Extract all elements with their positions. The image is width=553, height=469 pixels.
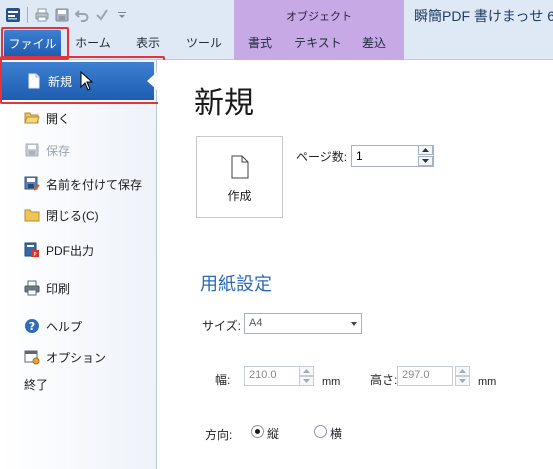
spin-up-icon — [303, 369, 310, 373]
tab-home[interactable]: ホーム — [68, 33, 118, 55]
create-button-label: 作成 — [227, 189, 252, 203]
open-folder-icon — [24, 110, 40, 126]
menu-item-print[interactable]: 印刷 — [24, 278, 70, 298]
tab-merge[interactable]: 差込 — [352, 33, 396, 55]
tab-format[interactable]: 書式 — [236, 33, 284, 55]
app-title: 瞬簡PDF 書けまっせ 6 — [414, 8, 553, 24]
paper-settings-heading: 用紙設定 — [200, 274, 272, 294]
orientation-portrait-label: 縦 — [267, 427, 280, 441]
tab-view[interactable]: 表示 — [124, 33, 172, 55]
menu-item-save-as[interactable]: 名前を付けて保存 — [24, 174, 142, 194]
paper-size-select[interactable]: A4 — [244, 313, 362, 334]
spin-down-icon — [459, 379, 466, 383]
contextual-group-label: オブジェクト — [286, 11, 352, 23]
height-increment[interactable] — [455, 366, 470, 376]
orientation-portrait-radio[interactable] — [251, 425, 264, 438]
print-icon[interactable] — [33, 6, 51, 24]
quick-access-toolbar — [4, 4, 131, 26]
new-item-highlight — [0, 56, 165, 104]
save-icon[interactable] — [53, 6, 71, 24]
page-count-label: ページ数: — [296, 150, 348, 164]
menu-item-label: 保存 — [46, 143, 71, 158]
menu-item-options[interactable]: オプション — [24, 347, 106, 367]
app-logo-icon[interactable] — [4, 6, 22, 24]
close-folder-icon — [24, 207, 40, 223]
menu-item-label: 名前を付けて保存 — [46, 177, 143, 192]
orientation-landscape-label: 横 — [330, 427, 343, 441]
menu-item-label: 終了 — [24, 377, 49, 392]
printer-icon — [24, 280, 40, 296]
height-label: 高さ: — [370, 373, 398, 387]
spin-up-icon — [422, 148, 429, 152]
height-unit: mm — [478, 376, 497, 388]
orientation-landscape-radio[interactable] — [314, 425, 327, 438]
save-icon — [24, 142, 40, 158]
menu-item-label: PDF出力 — [46, 243, 95, 258]
height-input[interactable]: 297.0 — [397, 366, 453, 386]
menu-item-open[interactable]: 開く — [24, 108, 70, 128]
undo-icon[interactable] — [73, 6, 91, 24]
width-decrement[interactable] — [299, 376, 314, 386]
menu-item-label: 印刷 — [46, 281, 71, 296]
menu-item-label: ヘルプ — [46, 319, 83, 334]
tab-tools[interactable]: ツール — [180, 33, 228, 55]
paper-size-label: サイズ: — [202, 319, 241, 333]
help-icon: ? — [24, 318, 40, 334]
spin-down-icon — [422, 159, 429, 163]
menu-item-save[interactable]: 保存 — [24, 140, 70, 160]
width-input[interactable]: 210.0 — [244, 366, 300, 386]
svg-text:?: ? — [29, 320, 35, 333]
menu-item-exit[interactable]: 終了 — [24, 374, 48, 394]
menu-item-help[interactable]: ? ヘルプ — [24, 316, 82, 336]
spin-down-icon — [303, 379, 310, 383]
menu-item-label: オプション — [46, 350, 107, 365]
menu-item-label: 閉じる(C) — [46, 208, 99, 223]
width-increment[interactable] — [299, 366, 314, 376]
page-title: 新規 — [194, 87, 254, 120]
title-bar: オブジェクト 瞬簡PDF 書けまっせ 6 ファイル ホーム 表示 ツール 書式 … — [0, 0, 553, 60]
options-icon — [24, 349, 40, 365]
menu-item-pdf-export[interactable]: P PDF出力 — [24, 240, 94, 260]
create-button[interactable]: 作成 — [196, 136, 283, 218]
customize-toolbar-icon[interactable] — [113, 6, 131, 24]
width-label: 幅: — [215, 373, 231, 387]
check-icon[interactable] — [93, 6, 111, 24]
pdf-export-icon: P — [24, 242, 40, 258]
save-as-icon — [24, 176, 40, 192]
page-count-decrement[interactable] — [418, 156, 433, 166]
width-unit: mm — [322, 376, 341, 388]
menu-item-label: 開く — [46, 111, 71, 126]
orientation-label: 方向: — [205, 428, 233, 442]
page-count-increment[interactable] — [418, 145, 433, 155]
menu-item-close[interactable]: 閉じる(C) — [24, 205, 99, 225]
blank-document-icon — [231, 155, 249, 182]
chevron-down-icon — [351, 322, 357, 326]
toolbar-divider — [27, 7, 28, 23]
spin-up-icon — [459, 369, 466, 373]
svg-text:P: P — [33, 252, 36, 258]
tab-text[interactable]: テキスト — [290, 33, 346, 55]
height-decrement[interactable] — [455, 376, 470, 386]
